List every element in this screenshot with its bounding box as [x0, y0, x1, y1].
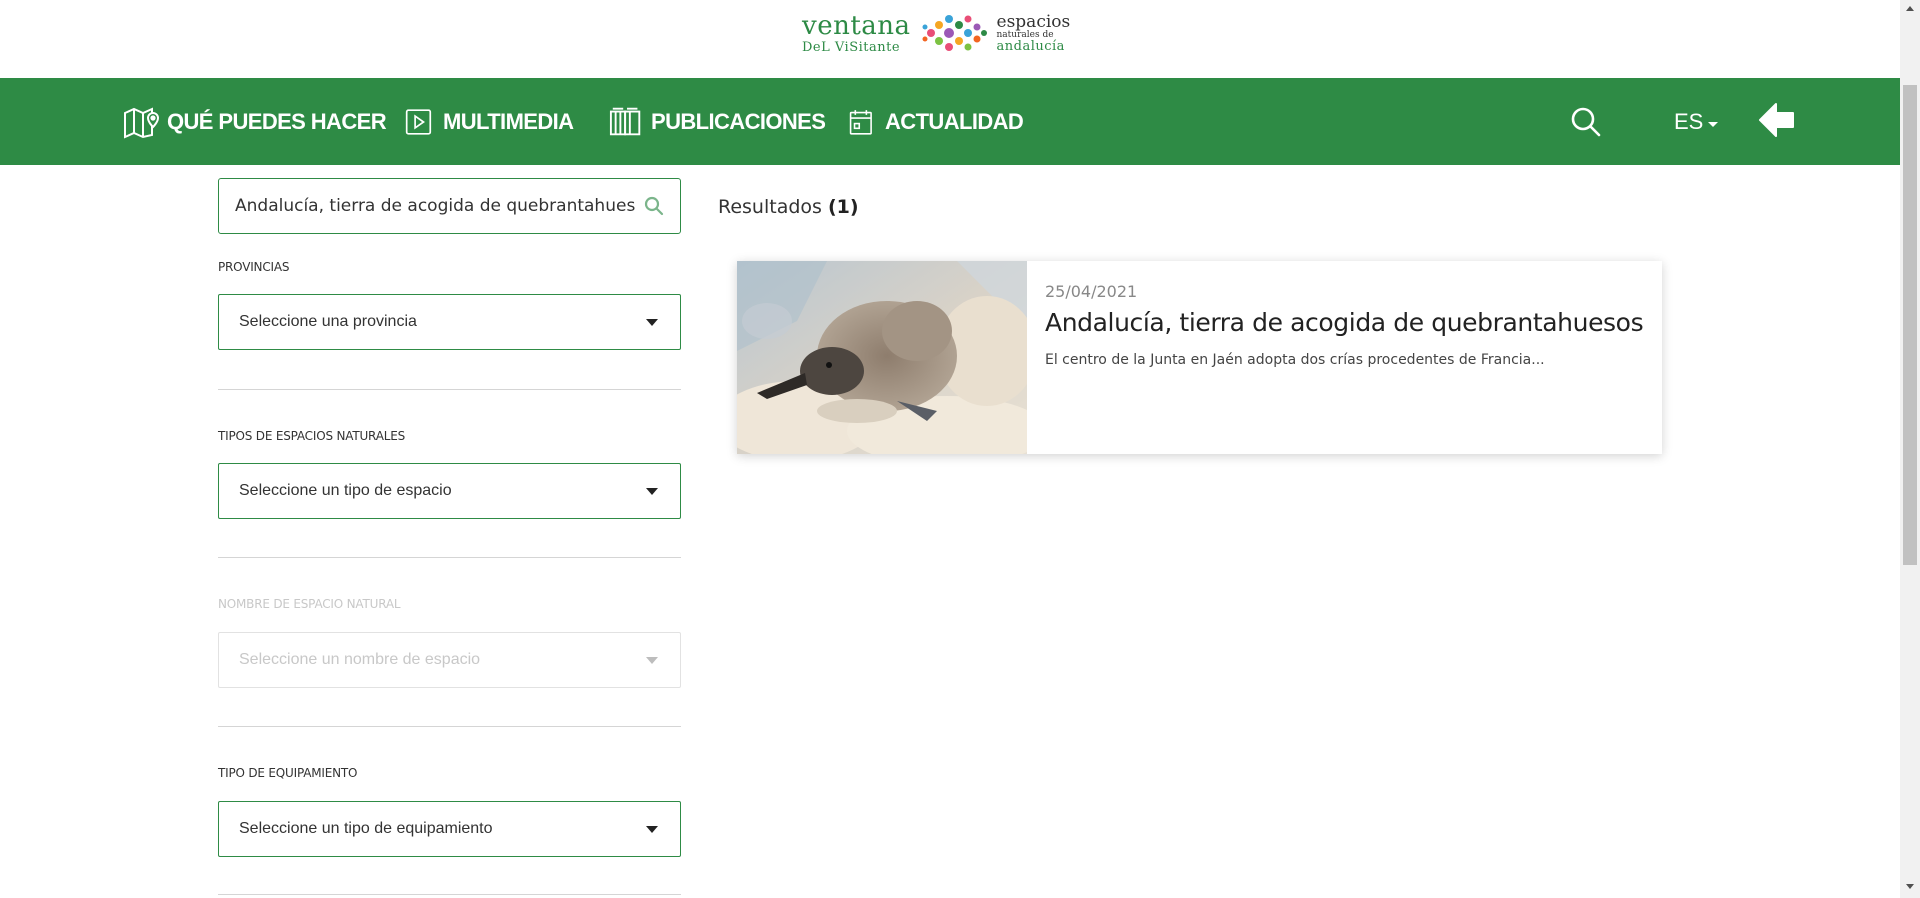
- results-heading: Resultados (1): [718, 196, 859, 218]
- tipo-equipamiento-select-value: Seleccione un tipo de equipamiento: [239, 820, 493, 837]
- page-scrollbar[interactable]: [1900, 0, 1920, 898]
- play-icon: [405, 108, 432, 135]
- map-pin-icon: [124, 106, 160, 139]
- logo-ventana-word: ventana: [802, 10, 911, 41]
- chevron-down-icon: [1708, 121, 1719, 127]
- results-label: Resultados: [718, 196, 822, 218]
- tipo-espacio-select-value: Seleccione un tipo de espacio: [239, 482, 452, 499]
- result-title[interactable]: Andalucía, tierra de acogida de quebrant…: [1045, 308, 1644, 337]
- logo-flower-icon: [922, 15, 987, 51]
- site-logo[interactable]: ventana DeL ViSitante espacios naturales…: [802, 10, 1070, 56]
- main-nav: QUÉ PUEDES HACER MULTIMEDIA PUBLICACIONE…: [0, 78, 1900, 165]
- provincia-select[interactable]: Seleccione una provincia: [218, 294, 681, 350]
- search-field[interactable]: [218, 178, 681, 234]
- tipo-espacio-select[interactable]: Seleccione un tipo de espacio: [218, 463, 681, 519]
- nav-label-que-puedes-hacer: QUÉ PUEDES HACER: [167, 108, 387, 134]
- nav-item-publicaciones[interactable]: PUBLICACIONES: [609, 78, 826, 165]
- nav-item-actualidad[interactable]: ACTUALIDAD: [849, 78, 1024, 165]
- search-input[interactable]: [235, 179, 635, 233]
- nav-item-que-puedes-hacer[interactable]: QUÉ PUEDES HACER: [123, 78, 387, 165]
- result-date: 25/04/2021: [1045, 282, 1138, 301]
- book-icon: [609, 107, 641, 135]
- logo-ventana-text: ventana DeL ViSitante: [802, 13, 911, 54]
- logo-andalucia-word: andalucía: [996, 38, 1065, 54]
- vulture-chick-photo: [737, 261, 1027, 454]
- tipos-espacios-label: TIPOS DE ESPACIOS NATURALES: [218, 429, 405, 443]
- dropdown-arrow-icon: [646, 826, 658, 833]
- logo-visitante-word: DeL ViSitante: [802, 39, 901, 55]
- divider: [218, 726, 681, 727]
- back-arrow-icon[interactable]: [1756, 100, 1796, 140]
- divider: [218, 894, 681, 895]
- result-card[interactable]: 25/04/2021 Andalucía, tierra de acogida …: [737, 261, 1662, 454]
- nav-label-actualidad: ACTUALIDAD: [885, 108, 1024, 134]
- calendar-icon: [849, 109, 872, 135]
- language-selector[interactable]: ES: [1674, 106, 1719, 138]
- results-count: (1): [827, 196, 859, 218]
- scroll-up-icon[interactable]: [1906, 6, 1914, 11]
- scrollbar-thumb[interactable]: [1903, 85, 1917, 565]
- result-card-image[interactable]: [737, 261, 1027, 454]
- tipo-equipamiento-label: TIPO DE EQUIPAMIENTO: [218, 766, 358, 780]
- logo-bar: ventana DeL ViSitante espacios naturales…: [0, 0, 1900, 78]
- nav-item-multimedia[interactable]: MULTIMEDIA: [405, 78, 574, 165]
- divider: [218, 557, 681, 558]
- provincia-select-value: Seleccione una provincia: [239, 313, 417, 330]
- nav-label-publicaciones: PUBLICACIONES: [651, 108, 826, 134]
- nav-label-multimedia: MULTIMEDIA: [443, 108, 574, 134]
- logo-espacios-text: espacios naturales de andalucía: [996, 11, 1071, 54]
- language-label: ES: [1674, 109, 1704, 134]
- result-excerpt: El centro de la Junta en Jaén adopta dos…: [1045, 352, 1545, 368]
- search-icon[interactable]: [1570, 106, 1602, 138]
- nombre-espacio-label: NOMBRE DE ESPACIO NATURAL: [218, 597, 401, 611]
- dropdown-arrow-icon: [646, 319, 658, 326]
- nombre-espacio-select: Seleccione un nombre de espacio: [218, 632, 681, 688]
- scroll-down-icon[interactable]: [1906, 884, 1914, 889]
- logo-espacios-word: espacios: [996, 11, 1071, 32]
- tipo-equipamiento-select[interactable]: Seleccione un tipo de equipamiento: [218, 801, 681, 857]
- nombre-espacio-select-value: Seleccione un nombre de espacio: [239, 651, 481, 668]
- divider: [218, 389, 681, 390]
- search-icon[interactable]: [644, 196, 664, 216]
- dropdown-arrow-icon: [646, 657, 658, 664]
- dropdown-arrow-icon: [646, 488, 658, 495]
- provincias-label: PROVINCIAS: [218, 260, 290, 274]
